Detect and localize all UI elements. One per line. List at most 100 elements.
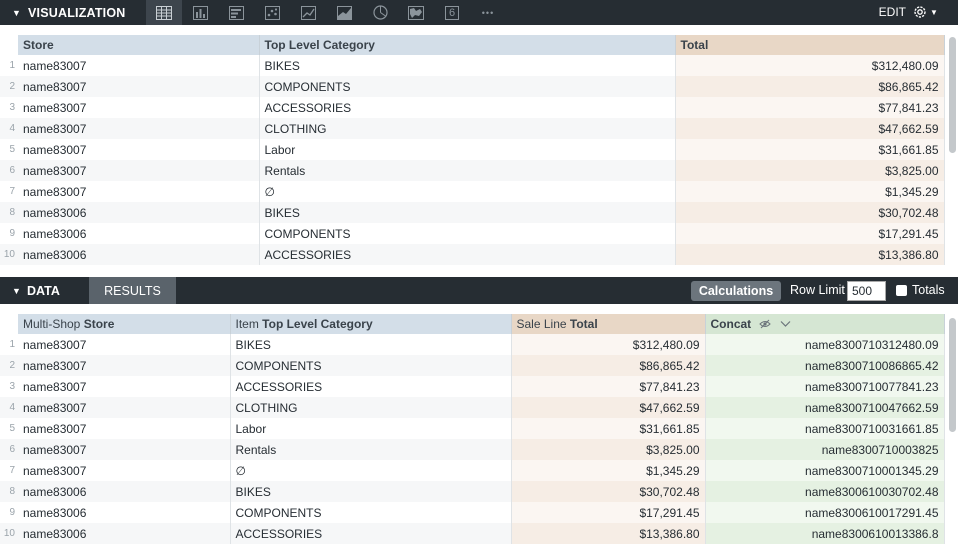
data-scrollbar[interactable] [949,318,956,432]
hidden-eye-icon[interactable] [758,319,771,329]
table-row: 2 name83007 COMPONENTS $86,865.42 name830071… [0,355,945,376]
settings-gear-icon[interactable]: ▼ [912,2,942,22]
cell-total: $312,480.09 [675,55,945,76]
column-header-item-category[interactable]: Item Top Level Category [230,314,512,334]
table-row: 2 name83007 COMPONENTS $86,865.42 [0,76,945,97]
column-chart-icon[interactable] [218,0,254,25]
table-row: 3 name83007 ACCESSORIES $77,841.23 [0,97,945,118]
visualization-type-picker: 6 ••• [146,0,506,25]
totals-toggle[interactable]: Totals [896,283,945,297]
cell-category: ACCESSORIES [259,244,676,265]
visualization-table: Store Top Level Category Total 1 name8300… [0,35,945,265]
totals-checkbox[interactable] [896,284,907,296]
calculations-button[interactable]: Calculations [691,281,781,301]
column-header-multishop-store[interactable]: Multi-Shop Store [18,314,231,334]
field-name: Store [83,317,115,331]
cell-store: name83006 [18,523,231,544]
table-row: 6 name83007 Rentals $3,825.00 name8300710003… [0,439,945,460]
cell-store: name83007 [18,376,231,397]
row-index: 2 [0,355,18,376]
scatter-icon[interactable] [254,0,290,25]
table-row: 3 name83007 ACCESSORIES $77,841.23 name83007… [0,376,945,397]
more-icon[interactable]: ••• [470,0,506,25]
row-index: 3 [9,102,15,113]
cell-category: CLOTHING [259,118,676,139]
cell-concat: name8300710312480.09 [705,334,945,355]
tab-results[interactable]: RESULTS [89,277,176,304]
cell-store: name83007 [18,160,260,181]
data-collapse-caret-icon[interactable]: ▼ [12,286,22,296]
row-index: 7 [9,186,15,197]
cell-total: $86,865.42 [675,76,945,97]
row-index: 2 [0,76,18,97]
data-title[interactable]: DATA [27,284,89,298]
cell-concat: name8300710001345.29 [705,460,945,481]
table-row: 8 name83006 BIKES $30,702.48 name83006100307… [0,481,945,502]
cell-total: $3,825.00 [511,439,706,460]
collapse-caret-icon[interactable]: ▼ [12,8,22,18]
column-header-total[interactable]: Total [675,35,945,55]
cell-store: name83007 [18,118,260,139]
cell-concat: name8300610017291.45 [705,502,945,523]
column-header-sale-line-total[interactable]: Sale Line Total [511,314,706,334]
cell-category: COMPONENTS [230,502,512,523]
row-index: 5 [9,144,15,155]
cell-total: $31,661.85 [511,418,706,439]
table-row: 1 name83007 BIKES $312,480.09 [0,55,945,76]
map-icon[interactable] [398,0,434,25]
cell-store: name83006 [18,502,231,523]
row-index: 10 [0,244,18,265]
pie-chart-icon[interactable] [362,0,398,25]
cell-store: name83007 [18,334,231,355]
column-header-category[interactable]: Top Level Category [259,35,676,55]
table-row: 8 name83006 BIKES $30,702.48 [0,202,945,223]
table-row: 10 name83006 ACCESSORIES $13,386.80 [0,244,945,265]
area-chart-icon[interactable] [326,0,362,25]
cell-concat: name8300610030702.48 [705,481,945,502]
cell-category: COMPONENTS [230,355,512,376]
cell-store: name83007 [18,460,231,481]
line-chart-icon[interactable] [290,0,326,25]
row-index: 4 [0,118,18,139]
cell-store: name83007 [18,139,260,160]
cell-total: $17,291.45 [675,223,945,244]
table-icon[interactable] [146,0,182,25]
field-name: Top Level Category [262,317,373,331]
field-name: Concat [710,317,752,331]
column-header-concat[interactable]: Concat [705,314,945,334]
row-index: 3 [9,381,15,392]
cell-total: $47,662.59 [675,118,945,139]
cell-category: Labor [230,418,512,439]
row-index: 8 [0,202,18,223]
edit-button[interactable]: EDIT [879,5,906,19]
cell-category: COMPONENTS [259,223,676,244]
visualization-table-container: Store Top Level Category Total 1 name8300… [0,35,958,265]
bar-chart-icon[interactable] [182,0,218,25]
cell-store: name83007 [18,181,260,202]
visualization-scrollbar[interactable] [949,37,956,153]
cell-category: COMPONENTS [259,76,676,97]
table-row: 7 name83007 ∅ $1,345.29 name8300710001345.29 [0,460,945,481]
table-row: 6 name83007 Rentals $3,825.00 [0,160,945,181]
cell-total: $77,841.23 [675,97,945,118]
column-header-store[interactable]: Store [18,35,260,55]
cell-total: $77,841.23 [511,376,706,397]
visualization-header: ▼ VISUALIZATION 6 ••• EDIT ▼ [0,0,958,25]
single-value-icon[interactable]: 6 [434,0,470,25]
row-index: 9 [9,507,15,518]
table-row: 7 name83007 ∅ $1,345.29 [0,181,945,202]
cell-total: $312,480.09 [511,334,706,355]
row-index: 10 [0,523,18,544]
row-index-header [0,35,18,55]
row-limit-input[interactable] [847,281,886,301]
row-index: 7 [9,465,15,476]
cell-store: name83006 [18,202,260,223]
chevron-down-icon[interactable] [780,320,791,328]
table-row: 9 name83006 COMPONENTS $17,291.45 name830061… [0,502,945,523]
more-glyph: ••• [481,7,495,18]
cell-category: ACCESSORIES [259,97,676,118]
table-row: 10 name83006 ACCESSORIES $13,386.80 name8300… [0,523,945,544]
data-table-container: Multi-Shop Store Item Top Level Category… [0,314,958,552]
cell-total: $3,825.00 [675,160,945,181]
cell-category: ACCESSORIES [230,376,512,397]
